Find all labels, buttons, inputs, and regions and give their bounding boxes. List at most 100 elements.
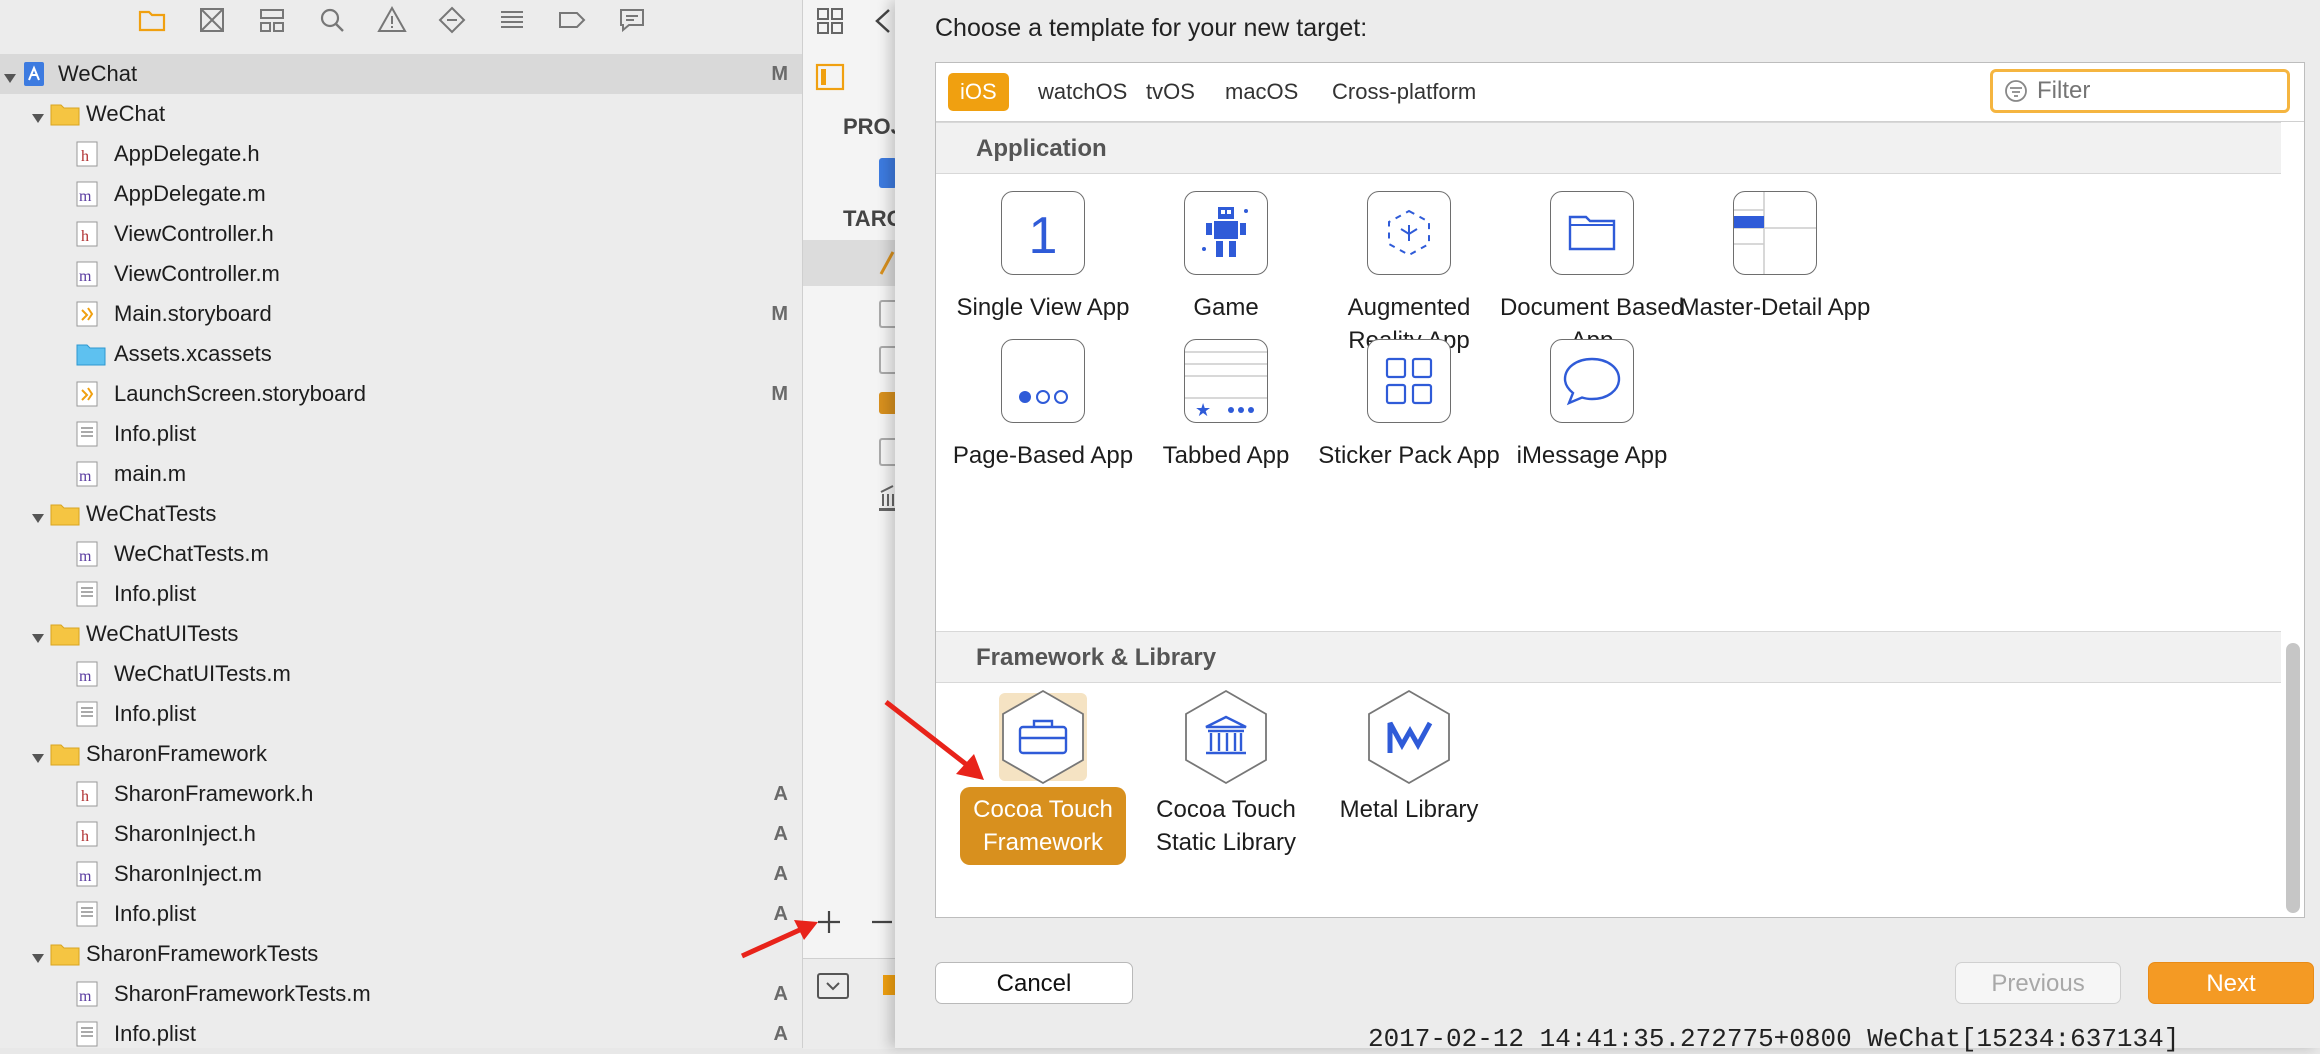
svg-text:m: m [79,548,92,565]
tree-file-row[interactable]: m AppDelegate.m [0,174,802,214]
tree-item-label: Info.plist [114,901,196,926]
tab-ios[interactable]: iOS [948,73,1009,111]
tree-file-row[interactable]: Assets.xcassets [0,334,802,374]
plist-file-icon [76,701,102,727]
platform-tab-bar: iOS watchOS tvOS macOS Cross-platform [936,63,2304,122]
imessage-icon [1550,339,1634,423]
debug-bar [803,958,895,1049]
tree-file-row[interactable]: Main.storyboard M [0,294,802,334]
cancel-button[interactable]: Cancel [935,962,1133,1004]
tree-item-label: Info.plist [114,701,196,726]
tree-group-row[interactable]: WeChatTests [0,494,802,534]
hide-debug-icon[interactable] [817,973,849,999]
application-section-header: Application [936,122,2281,174]
header-file-icon: h [76,781,102,807]
scm-status-badge: M [771,382,788,405]
disclosure-triangle-icon[interactable] [30,506,46,523]
sidebar-toggle-icon[interactable] [815,62,845,92]
app-target-icon [879,251,895,275]
tree-item-label: SharonFrameworkTests.m [114,981,371,1006]
test-diamond-icon[interactable] [436,4,468,36]
tree-group-row[interactable]: WeChat [0,94,802,134]
application-section-label: Application [976,135,1107,162]
tree-file-row[interactable]: m SharonInject.m A [0,854,802,894]
tab-watchos[interactable]: watchOS [1026,73,1139,111]
tree-group-row[interactable]: SharonFrameworkTests [0,934,802,974]
sticker-pack-icon [1367,339,1451,423]
remove-target-icon[interactable] [869,908,895,936]
framework-section-header: Framework & Library [936,631,2281,683]
folder-icon [50,501,80,527]
filter-input[interactable] [2035,76,2259,106]
tree-item-label: Info.plist [114,421,196,446]
debug-list-icon[interactable] [496,4,528,36]
breakpoints-toggle-icon[interactable] [883,975,895,995]
template-label: Master-Detail App [1679,294,1871,321]
tab-macos[interactable]: macOS [1213,73,1310,111]
tree-file-row[interactable]: LaunchScreen.storyboard M [0,374,802,414]
template-tile[interactable]: Metal Library [1279,689,1539,883]
header-file-icon: h [76,821,102,847]
grid-icon[interactable] [815,6,845,36]
search-icon[interactable] [316,4,348,36]
tree-file-row[interactable]: m ViewController.m [0,254,802,294]
tree-item-label: Info.plist [114,1021,196,1046]
scrollbar[interactable] [2286,643,2300,913]
tree-item-label: Info.plist [114,581,196,606]
tree-item-label: Main.storyboard [114,301,272,326]
next-button[interactable]: Next [2148,962,2314,1004]
filter-field[interactable] [1990,69,2290,113]
tree-file-row[interactable]: Info.plist A [0,1014,802,1054]
tree-file-row[interactable]: Info.plist [0,574,802,614]
source-control-icon[interactable] [196,4,228,36]
svg-text:m: m [79,988,92,1005]
tree-file-row[interactable]: Info.plist [0,694,802,734]
objc-file-icon: m [76,861,102,887]
symbol-icon[interactable] [256,4,288,36]
plist-file-icon [76,421,102,447]
report-icon[interactable] [616,4,648,36]
framework-target-icon[interactable] [879,392,895,414]
new-target-sheet: Choose a template for your new target: i… [895,0,2320,1048]
template-label: iMessage App [1516,442,1668,469]
tree-file-row[interactable]: m main.m [0,454,802,494]
tree-group-row[interactable]: WeChat M [0,54,802,94]
plist-file-icon [76,901,102,927]
template-tile[interactable]: Master-Detail App [1645,191,1905,331]
file-tree: WeChat M WeChat h AppDelegate.h m AppDelegate.… [0,54,802,1054]
warning-icon[interactable] [376,4,408,36]
tree-file-row[interactable]: Info.plist [0,414,802,454]
disclosure-triangle-icon[interactable] [30,746,46,763]
tree-file-row[interactable]: m WeChatTests.m [0,534,802,574]
folder-icon [50,941,80,967]
tree-file-row[interactable]: h SharonFramework.h A [0,774,802,814]
disclosure-triangle-icon[interactable] [30,106,46,123]
disclosure-triangle-icon[interactable] [30,946,46,963]
tree-item-label: ViewController.m [114,261,280,286]
tree-group-row[interactable]: WeChatUITests [0,614,802,654]
tab-tvos[interactable]: tvOS [1134,73,1207,111]
template-tile[interactable]: iMessage App [1462,339,1722,479]
library-target-icon[interactable] [879,484,895,511]
tree-file-row[interactable]: Info.plist A [0,894,802,934]
xcode-project-icon [22,61,48,87]
tree-group-row[interactable]: SharonFramework [0,734,802,774]
tab-cross-platform[interactable]: Cross-platform [1320,73,1488,111]
back-chevron-icon[interactable] [871,6,895,36]
tree-item-label: WeChatTests.m [114,541,269,566]
breakpoint-icon[interactable] [556,4,588,36]
framework-section-label: Framework & Library [976,644,1217,671]
tree-item-label: SharonFramework [86,741,267,766]
tree-file-row[interactable]: h SharonInject.h A [0,814,802,854]
folder-icon[interactable] [136,4,168,36]
disclosure-triangle-icon[interactable] [30,626,46,643]
previous-button[interactable]: Previous [1955,962,2121,1004]
scm-status-badge: M [771,302,788,325]
disclosure-triangle-icon[interactable] [2,66,18,83]
tree-file-row[interactable]: h AppDelegate.h [0,134,802,174]
tree-file-row[interactable]: m SharonFrameworkTests.m A [0,974,802,1014]
target-row-selected[interactable] [803,240,895,286]
tree-file-row[interactable]: m WeChatUITests.m [0,654,802,694]
tree-file-row[interactable]: h ViewController.h [0,214,802,254]
header-file-icon: h [76,221,102,247]
